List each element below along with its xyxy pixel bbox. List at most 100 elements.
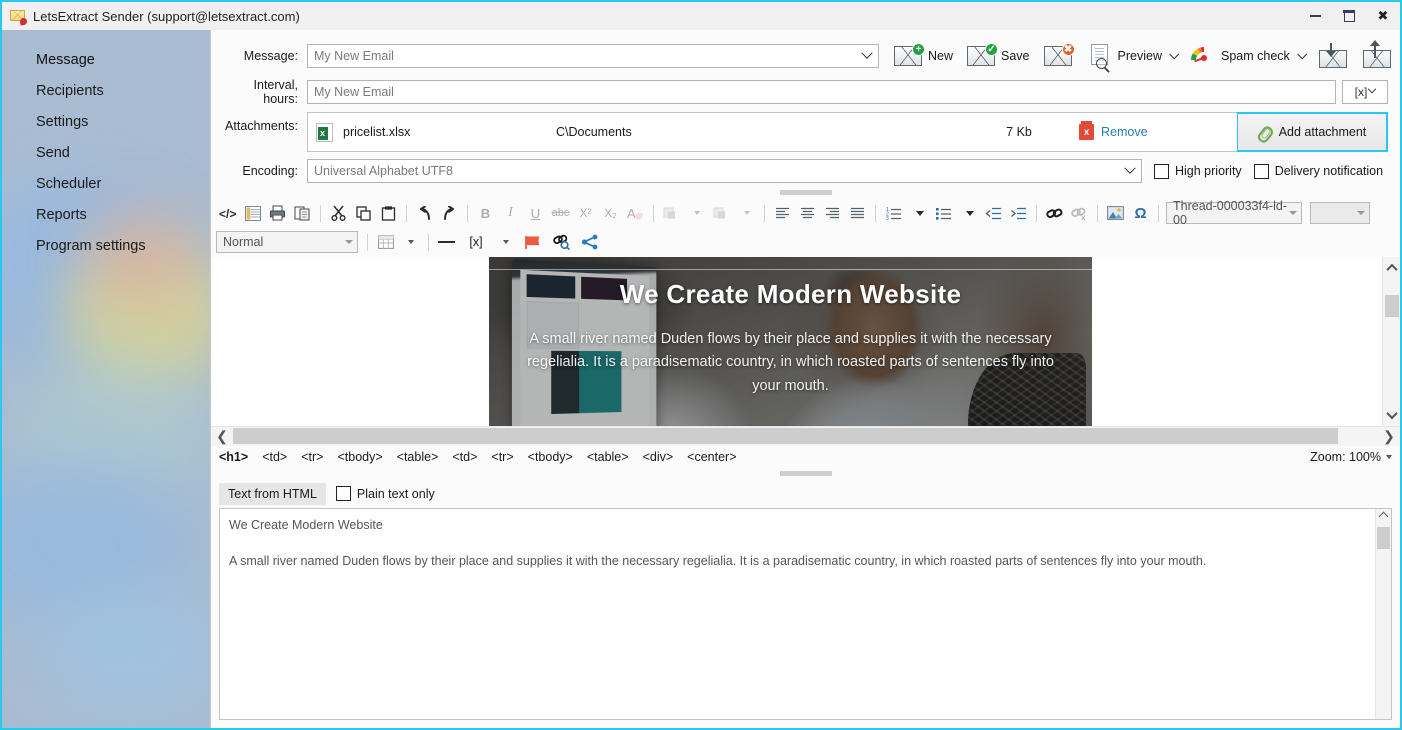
delivery-notification-checkbox[interactable]: Delivery notification <box>1254 164 1383 179</box>
unlink-button[interactable]: x <box>1067 201 1092 225</box>
remove-format-button[interactable]: A <box>623 201 648 225</box>
checkbox-box[interactable] <box>1254 164 1269 179</box>
hero-banner[interactable]: We Create Modern Website A small river n… <box>489 257 1092 426</box>
message-combo[interactable] <box>307 44 879 68</box>
redo-button[interactable] <box>437 201 462 225</box>
interval-combo[interactable] <box>307 80 1336 104</box>
path-tag[interactable]: <table> <box>587 450 629 464</box>
preview-vertical-scrollbar[interactable] <box>1382 257 1400 426</box>
path-tag[interactable]: <tr> <box>491 450 513 464</box>
zoom-control[interactable]: Zoom: 100% <box>1310 450 1392 464</box>
add-attachment-button[interactable]: Add attachment <box>1236 112 1388 152</box>
checkbox-box[interactable] <box>336 486 351 501</box>
sidebar-item-settings[interactable]: Settings <box>2 106 210 137</box>
sidebar-item-message[interactable]: Message <box>2 44 210 75</box>
text-from-html-button[interactable]: Text from HTML <box>219 483 326 505</box>
interval-input[interactable] <box>308 81 1335 103</box>
extra-select[interactable] <box>1310 202 1370 224</box>
sidebar-item-send[interactable]: Send <box>2 137 210 168</box>
path-tag[interactable]: <div> <box>643 450 674 464</box>
preview-button[interactable]: Preview <box>1081 36 1184 76</box>
image-button[interactable] <box>1103 201 1128 225</box>
hscroll-track[interactable] <box>233 428 1378 444</box>
insert-macro-button[interactable]: [x] <box>459 230 493 254</box>
templates-button[interactable] <box>240 201 265 225</box>
attachments-list[interactable]: pricelist.xlsx C\Documents 7 Kb Remove <box>307 112 1237 152</box>
minimize-button[interactable] <box>1298 2 1332 30</box>
path-tag[interactable]: <tbody> <box>528 450 573 464</box>
save-message-button[interactable]: ✓ Save <box>960 36 1037 76</box>
thread-select[interactable]: Thread-000033f4-ld-00 <box>1166 202 1302 224</box>
plain-text-scroll-thumb[interactable] <box>1377 527 1390 549</box>
checkbox-box[interactable] <box>1154 164 1169 179</box>
bulleted-list-button[interactable] <box>931 201 956 225</box>
align-left-button[interactable] <box>770 201 795 225</box>
high-priority-checkbox[interactable]: High priority <box>1154 164 1242 179</box>
scroll-left-button[interactable]: ❮ <box>211 428 233 445</box>
spam-check-button[interactable]: Spam check <box>1184 36 1312 76</box>
preview-text-splitter[interactable] <box>211 468 1400 480</box>
sidebar-item-scheduler[interactable]: Scheduler <box>2 168 210 199</box>
link-button[interactable] <box>1042 201 1067 225</box>
path-tag[interactable]: <td> <box>452 450 477 464</box>
background-color-button[interactable] <box>709 201 734 225</box>
align-center-button[interactable] <box>795 201 820 225</box>
print-button[interactable] <box>265 201 290 225</box>
underline-button[interactable]: U <box>523 201 548 225</box>
form-editor-splitter[interactable] <box>211 185 1400 199</box>
indent-button[interactable] <box>1006 201 1031 225</box>
outdent-button[interactable] <box>981 201 1006 225</box>
subscript-button[interactable]: X₂ <box>598 201 623 225</box>
import-message-button[interactable] <box>1312 36 1356 76</box>
bulleted-list-dropdown[interactable] <box>956 201 981 225</box>
plain-text-area[interactable]: We Create Modern Website A small river n… <box>220 509 1375 719</box>
text-color-button[interactable] <box>659 201 684 225</box>
maximize-button[interactable] <box>1332 2 1366 30</box>
email-preview-canvas[interactable]: We Create Modern Website A small river n… <box>211 257 1382 426</box>
superscript-button[interactable]: X² <box>573 201 598 225</box>
undo-button[interactable] <box>412 201 437 225</box>
path-tag[interactable]: <tbody> <box>337 450 382 464</box>
plain-text-scrollbar[interactable] <box>1375 509 1391 719</box>
path-tag[interactable]: <h1> <box>219 450 248 464</box>
plain-text-only-checkbox[interactable]: Plain text only <box>336 486 435 501</box>
flag-button[interactable] <box>518 230 548 254</box>
bold-button[interactable]: B <box>473 201 498 225</box>
align-right-button[interactable] <box>820 201 845 225</box>
sidebar-item-program-settings[interactable]: Program settings <box>2 230 210 261</box>
numbered-list-dropdown[interactable] <box>906 201 931 225</box>
delete-message-button[interactable]: ✖ <box>1037 36 1081 76</box>
sidebar-item-reports[interactable]: Reports <box>2 199 210 230</box>
path-tag[interactable]: <table> <box>397 450 439 464</box>
paste-from-word-button[interactable] <box>290 201 315 225</box>
insert-table-button[interactable] <box>373 230 398 254</box>
horizontal-rule-button[interactable] <box>434 230 459 254</box>
copy-button[interactable] <box>351 201 376 225</box>
strikethrough-button[interactable]: abc <box>548 201 573 225</box>
scroll-up-button[interactable] <box>1383 257 1400 279</box>
sidebar-item-recipients[interactable]: Recipients <box>2 75 210 106</box>
align-justify-button[interactable] <box>845 201 870 225</box>
path-tag[interactable]: <td> <box>262 450 287 464</box>
text-color-dropdown[interactable] <box>684 201 709 225</box>
export-message-button[interactable] <box>1356 36 1400 76</box>
encoding-combo[interactable]: Universal Alphabet UTF8 <box>307 159 1142 183</box>
chevron-up-icon[interactable] <box>1379 511 1389 521</box>
path-tag[interactable]: <center> <box>687 450 736 464</box>
encoding-dropdown-arrow[interactable] <box>1119 160 1141 182</box>
message-input[interactable] <box>308 45 856 67</box>
message-dropdown-arrow[interactable] <box>856 45 878 67</box>
close-button[interactable]: ✖ <box>1366 2 1400 30</box>
path-tag[interactable]: <tr> <box>301 450 323 464</box>
scroll-down-button[interactable] <box>1383 404 1400 426</box>
numbered-list-button[interactable]: 123 <box>881 201 906 225</box>
new-message-button[interactable]: + New <box>887 36 960 76</box>
special-char-button[interactable]: Ω <box>1128 201 1153 225</box>
vscroll-thumb[interactable] <box>1385 295 1399 317</box>
social-share-button[interactable] <box>576 230 604 254</box>
cut-button[interactable] <box>326 201 351 225</box>
source-code-button[interactable]: </> <box>215 201 240 225</box>
remove-attachment-button[interactable]: Remove <box>1079 124 1229 140</box>
link-tracking-button[interactable] <box>548 230 576 254</box>
vscroll-track[interactable] <box>1383 279 1400 404</box>
